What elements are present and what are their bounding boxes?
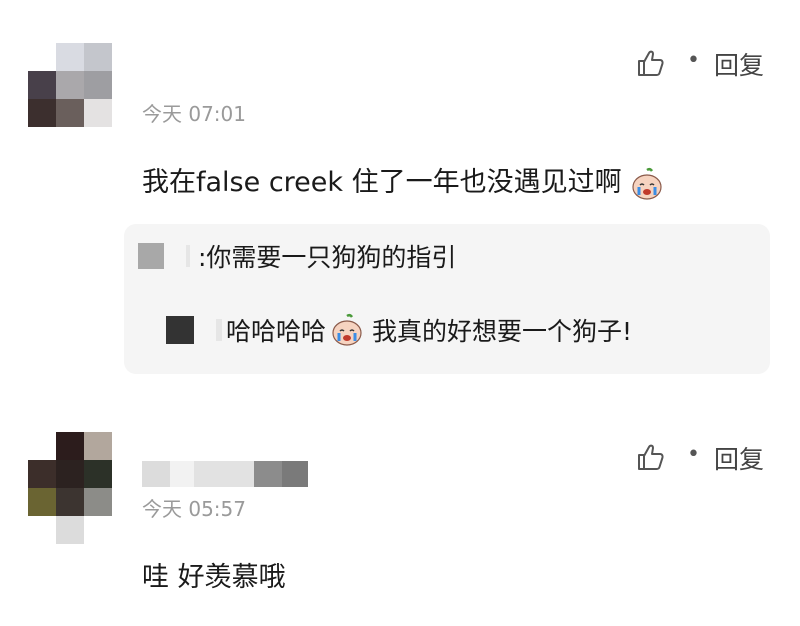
comment-timestamp: 今天 07:01 — [142, 102, 246, 126]
separator-dot: • — [687, 48, 700, 73]
reply-button[interactable]: 回复 — [714, 46, 764, 82]
avatar[interactable] — [28, 43, 112, 127]
comment-text: 我在false creek 住了一年也没遇见过啊 — [142, 160, 664, 201]
thread-reply-2: 哈哈哈哈 我真的好想要一个狗子! — [166, 312, 632, 348]
separator-dot: • — [687, 442, 700, 467]
username-blur — [216, 319, 222, 341]
crying-face-icon — [632, 167, 662, 200]
crying-face-icon — [332, 313, 362, 346]
thumbs-up-icon[interactable] — [636, 442, 666, 472]
avatar[interactable] — [28, 432, 112, 544]
reply-text: :你需要一只狗狗的指引 — [198, 243, 457, 272]
reply-text-start: 哈哈哈哈 — [226, 317, 327, 346]
reply-thread[interactable]: :你需要一只狗狗的指引 哈哈哈哈 我真的好想要一个狗子! — [124, 224, 770, 374]
thread-reply-1: :你需要一只狗狗的指引 — [138, 238, 456, 274]
avatar[interactable] — [166, 316, 194, 344]
comment-text-body: 我在false creek 住了一年也没遇见过啊 — [142, 167, 622, 198]
avatar[interactable] — [138, 243, 164, 269]
username-blur — [186, 245, 190, 267]
comment-text: 哇 好羡慕哦 — [142, 562, 286, 593]
username-blur — [142, 461, 308, 487]
reply-text-end: 我真的好想要一个狗子! — [364, 317, 632, 346]
thumbs-up-icon[interactable] — [636, 48, 666, 78]
comment-timestamp: 今天 05:57 — [142, 497, 246, 521]
reply-button[interactable]: 回复 — [714, 440, 764, 476]
